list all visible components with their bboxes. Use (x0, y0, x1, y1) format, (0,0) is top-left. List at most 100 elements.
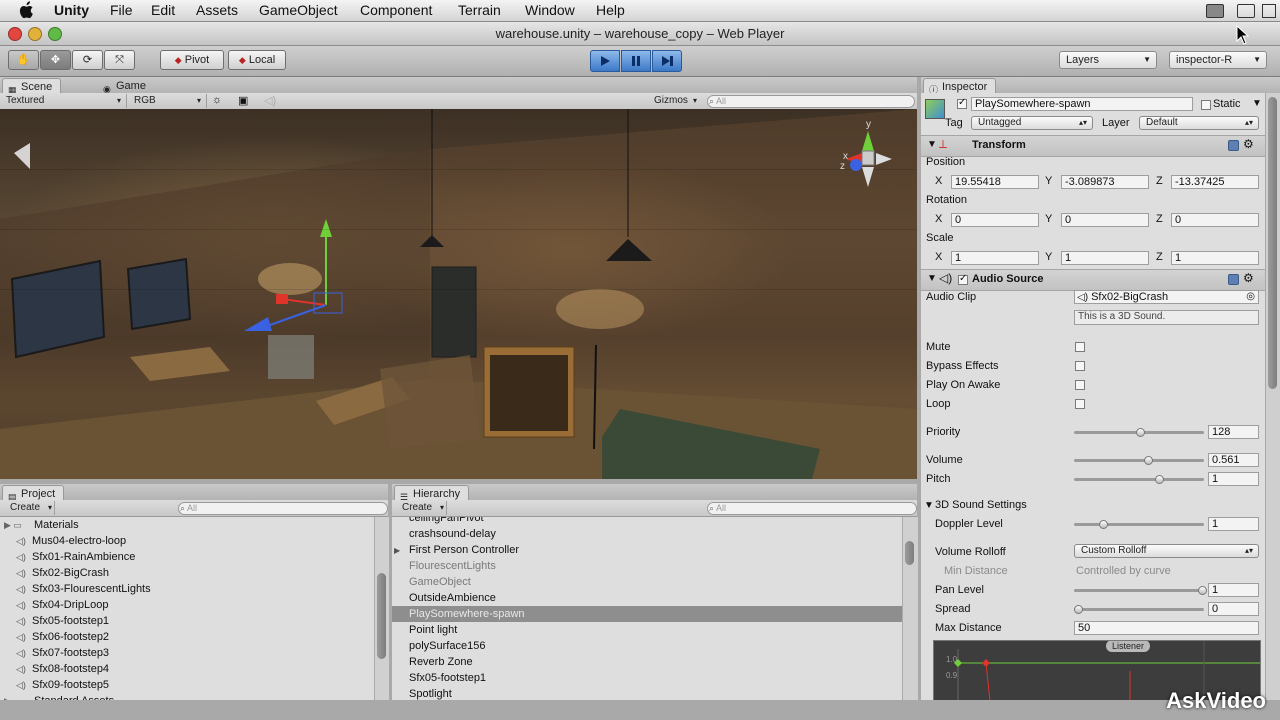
audio-source-header[interactable]: ▼ ◁) ✓ Audio Source ⚙ (921, 269, 1265, 291)
pause-button[interactable] (621, 50, 651, 72)
hierarchy-item[interactable]: Point light (392, 622, 902, 638)
volume-field[interactable]: 0.561 (1208, 453, 1259, 467)
loop-checkbox[interactable] (1075, 399, 1085, 409)
hierarchy-item[interactable]: Sfx05-footstep1 (392, 670, 902, 686)
hierarchy-item[interactable]: polySurface156 (392, 638, 902, 654)
gear-icon[interactable]: ⚙ (1243, 137, 1254, 151)
position-y-field[interactable]: -3.089873 (1061, 175, 1149, 189)
inspector-scroll-thumb[interactable] (1268, 97, 1277, 389)
project-item[interactable]: ◁) Sfx01-RainAmbience (0, 549, 374, 565)
pitch-slider-knob[interactable] (1154, 475, 1164, 484)
hierarchy-create-dropdown[interactable]: Create ▾ (398, 501, 447, 515)
pitch-field[interactable]: 1 (1208, 472, 1259, 486)
menu-file[interactable]: File (110, 2, 133, 18)
help-book-icon[interactable] (1228, 140, 1239, 151)
hand-tool-button[interactable]: ✋ (8, 50, 39, 70)
screen-record-icon[interactable] (1237, 4, 1255, 18)
project-item[interactable]: ◁) Sfx06-footstep2 (0, 629, 374, 645)
bypass-effects-checkbox[interactable] (1075, 361, 1085, 371)
volume-slider-knob[interactable] (1143, 456, 1153, 465)
inspector-scrollbar[interactable] (1265, 93, 1280, 700)
scale-z-field[interactable]: 1 (1171, 251, 1259, 265)
menu-help[interactable]: Help (596, 2, 625, 18)
scene-search-input[interactable]: ⌕ All (707, 95, 915, 108)
spread-field[interactable]: 0 (1208, 602, 1259, 616)
hierarchy-item[interactable]: GameObject (392, 574, 902, 590)
chevron-down-icon[interactable]: ▼ (1252, 98, 1262, 109)
hierarchy-item[interactable]: ▶ First Person Controller (392, 542, 902, 558)
scale-x-field[interactable]: 1 (951, 251, 1039, 265)
project-item[interactable]: ▶ ▭ Materials (0, 517, 374, 533)
apple-logo-icon[interactable] (18, 1, 34, 19)
project-item[interactable]: ◁) Sfx02-BigCrash (0, 565, 374, 581)
help-book-icon[interactable] (1228, 274, 1239, 285)
scale-y-field[interactable]: 1 (1061, 251, 1149, 265)
audio-source-enabled-checkbox[interactable]: ✓ (958, 273, 968, 285)
hierarchy-item[interactable]: PlaySomewhere-spawn (392, 606, 902, 622)
spread-slider-knob[interactable] (1074, 605, 1083, 614)
volume-rolloff-dropdown[interactable]: Custom Rolloff ▴▾ (1074, 544, 1259, 558)
pan-level-field[interactable]: 1 (1208, 583, 1259, 597)
hierarchy-item[interactable]: FlourescentLights (392, 558, 902, 574)
gizmos-dropdown[interactable]: Gizmos ▾ (650, 94, 702, 108)
project-item[interactable]: ▶ ▭Standard Assets (0, 693, 374, 700)
pitch-slider-track[interactable] (1074, 478, 1204, 481)
tab-game[interactable]: ◉ Game (98, 78, 154, 94)
priority-slider-knob[interactable] (1136, 428, 1145, 437)
spread-slider-track[interactable] (1074, 608, 1204, 611)
scene-image-toggle-icon[interactable]: ▣ (238, 94, 248, 107)
pan-level-slider-knob[interactable] (1198, 586, 1207, 595)
transform-header[interactable]: ▼ ⟂ Transform ⚙ (921, 135, 1265, 157)
mute-checkbox[interactable] (1075, 342, 1085, 352)
project-scrollbar[interactable] (374, 517, 389, 700)
project-item[interactable]: ◁) Mus04-electro-loop (0, 533, 374, 549)
menu-assets[interactable]: Assets (196, 2, 238, 18)
static-checkbox[interactable] (1201, 100, 1211, 110)
project-item[interactable]: ◁) Sfx08-footstep4 (0, 661, 374, 677)
max-distance-field[interactable]: 50 (1074, 621, 1259, 635)
hierarchy-search-input[interactable]: ⌕ All (707, 502, 917, 515)
gear-icon[interactable]: ⚙ (1243, 271, 1254, 285)
rotation-x-field[interactable]: 0 (951, 213, 1039, 227)
position-x-field[interactable]: 19.55418 (951, 175, 1039, 189)
hierarchy-item[interactable]: ceilingFanPivot (392, 517, 902, 526)
rotation-y-field[interactable]: 0 (1061, 213, 1149, 227)
gameobject-active-checkbox[interactable]: ✓ (957, 97, 967, 109)
layout-dropdown[interactable]: inspector-R ▼ (1169, 51, 1267, 69)
step-button[interactable] (652, 50, 682, 72)
scene-lighting-toggle-icon[interactable]: ☼ (212, 94, 222, 106)
doppler-slider-track[interactable] (1074, 523, 1204, 526)
scene-audio-toggle-icon[interactable]: ◁) (264, 94, 276, 107)
audio-clip-field[interactable]: ◁) Sfx02-BigCrash ◎ (1074, 290, 1259, 304)
project-create-dropdown[interactable]: Create ▾ (6, 501, 55, 515)
object-name-field[interactable]: PlaySomewhere-spawn (971, 97, 1193, 111)
hierarchy-item[interactable]: crashsound-delay (392, 526, 902, 542)
menu-edit[interactable]: Edit (151, 2, 175, 18)
rotation-z-field[interactable]: 0 (1171, 213, 1259, 227)
menu-component[interactable]: Component (360, 2, 432, 18)
move-tool-button[interactable]: ✥ (40, 50, 71, 70)
hierarchy-item[interactable]: Reverb Zone (392, 654, 902, 670)
pivot-toggle-button[interactable]: ◆ Pivot (160, 50, 224, 70)
menu-gameobject[interactable]: GameObject (259, 2, 338, 18)
layers-dropdown[interactable]: Layers ▼ (1059, 51, 1157, 69)
rotate-tool-button[interactable]: ⟳ (72, 50, 103, 70)
position-z-field[interactable]: -13.37425 (1171, 175, 1259, 189)
doppler-field[interactable]: 1 (1208, 517, 1259, 531)
scene-viewport[interactable]: y x z (0, 109, 917, 479)
project-search-input[interactable]: ⌕ All (178, 502, 388, 515)
object-picker-icon[interactable]: ◎ (1246, 291, 1255, 303)
play-on-awake-checkbox[interactable] (1075, 380, 1085, 390)
project-item[interactable]: ◁) Sfx04-DripLoop (0, 597, 374, 613)
project-item[interactable]: ◁) Sfx09-footstep5 (0, 677, 374, 693)
tag-dropdown[interactable]: Untagged ▴▾ (971, 116, 1093, 130)
doppler-slider-knob[interactable] (1098, 520, 1108, 529)
play-button[interactable] (590, 50, 620, 72)
hierarchy-item[interactable]: OutsideAmbience (392, 590, 902, 606)
scale-tool-button[interactable]: ⤧ (104, 50, 135, 70)
local-toggle-button[interactable]: ◆ Local (228, 50, 286, 70)
app-menu-unity[interactable]: Unity (54, 2, 89, 18)
render-mode-dropdown[interactable]: Textured ▾ (2, 94, 127, 108)
pan-level-slider-track[interactable] (1074, 589, 1204, 592)
menu-terrain[interactable]: Terrain (458, 2, 501, 18)
